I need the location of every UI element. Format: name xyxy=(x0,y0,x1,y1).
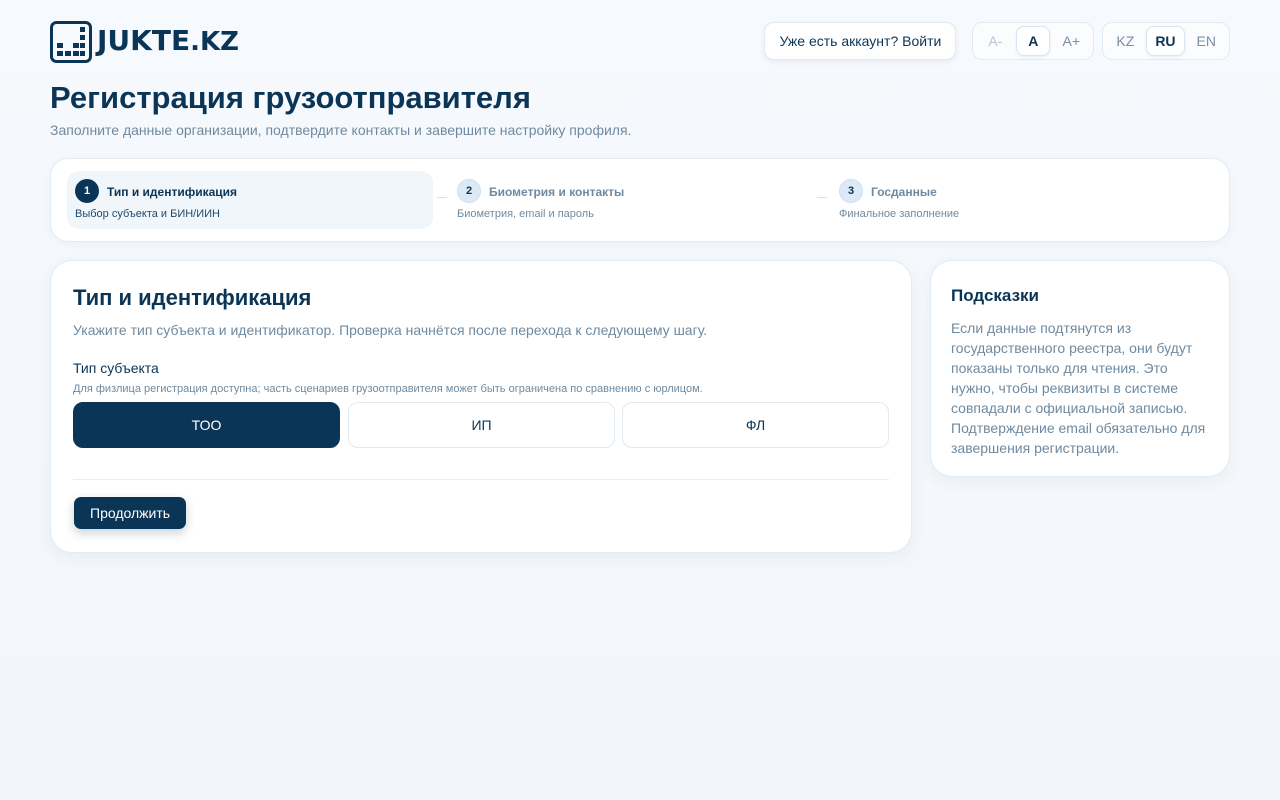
step-2[interactable]: 2 Биометрия и контакты Биометрия, email … xyxy=(449,171,809,229)
lang-en-button[interactable]: EN xyxy=(1189,26,1224,56)
lang-kz-button[interactable]: KZ xyxy=(1108,26,1142,56)
step-number: 1 xyxy=(75,179,99,203)
page-subtitle: Заполните данные организации, подтвердит… xyxy=(50,122,632,138)
tips-card: Подсказки Если данные подтянутся из госу… xyxy=(930,260,1230,477)
subject-option-too[interactable]: ТОО xyxy=(73,402,340,448)
lang-ru-button[interactable]: RU xyxy=(1146,26,1185,56)
logo-text: JUKTE.KZ xyxy=(97,24,239,57)
step-number: 2 xyxy=(457,179,481,203)
tips-text: Если данные подтянутся из государственно… xyxy=(951,320,1206,456)
font-increase-button[interactable]: A+ xyxy=(1054,26,1088,56)
step-description: Финальное заполнение xyxy=(839,208,960,220)
font-size-switcher: A- A A+ xyxy=(972,22,1095,60)
registration-form-card: Тип и идентификация Укажите тип субъекта… xyxy=(50,260,912,553)
language-switcher: KZ RU EN xyxy=(1102,22,1230,60)
tips-title: Подсказки xyxy=(951,286,1039,305)
font-decrease-button[interactable]: A- xyxy=(978,26,1012,56)
continue-button[interactable]: Продолжить xyxy=(74,497,187,529)
logo[interactable]: JUKTE.KZ xyxy=(50,20,239,63)
step-title: Тип и идентификация xyxy=(107,185,238,199)
step-1[interactable]: 1 Тип и идентификация Выбор субъекта и Б… xyxy=(67,171,433,229)
step-title: Биометрия и контакты xyxy=(489,185,625,199)
stepper: 1 Тип и идентификация Выбор субъекта и Б… xyxy=(50,158,1230,242)
header-controls: Уже есть аккаунт? Войти A- A A+ KZ RU EN xyxy=(764,22,1230,60)
header: JUKTE.KZ Уже есть аккаунт? Войти A- A A+… xyxy=(50,18,1230,64)
step-description: Выбор субъекта и БИН/ИИН xyxy=(75,208,220,220)
step-3[interactable]: 3 Госданные Финальное заполнение xyxy=(831,171,1191,229)
subject-option-fl[interactable]: ФЛ xyxy=(622,402,889,448)
subject-option-ip[interactable]: ИП xyxy=(348,402,615,448)
step-description: Биометрия, email и пароль xyxy=(457,208,594,220)
step-title: Госданные xyxy=(871,185,937,199)
step-number: 3 xyxy=(839,179,863,203)
form-lead: Укажите тип субъекта и идентификатор. Пр… xyxy=(73,322,708,338)
login-link[interactable]: Уже есть аккаунт? Войти xyxy=(764,22,957,60)
logo-icon xyxy=(50,20,92,63)
font-normal-button[interactable]: A xyxy=(1016,26,1051,56)
subject-type-label: Тип субъекта xyxy=(73,360,159,376)
divider xyxy=(73,479,889,480)
subject-type-hint: Для физлица регистрация доступна; часть … xyxy=(73,383,703,395)
step-separator xyxy=(817,197,827,198)
form-title: Тип и идентификация xyxy=(73,285,312,310)
page-title: Регистрация грузоотправителя xyxy=(50,80,531,115)
step-separator xyxy=(437,197,447,198)
